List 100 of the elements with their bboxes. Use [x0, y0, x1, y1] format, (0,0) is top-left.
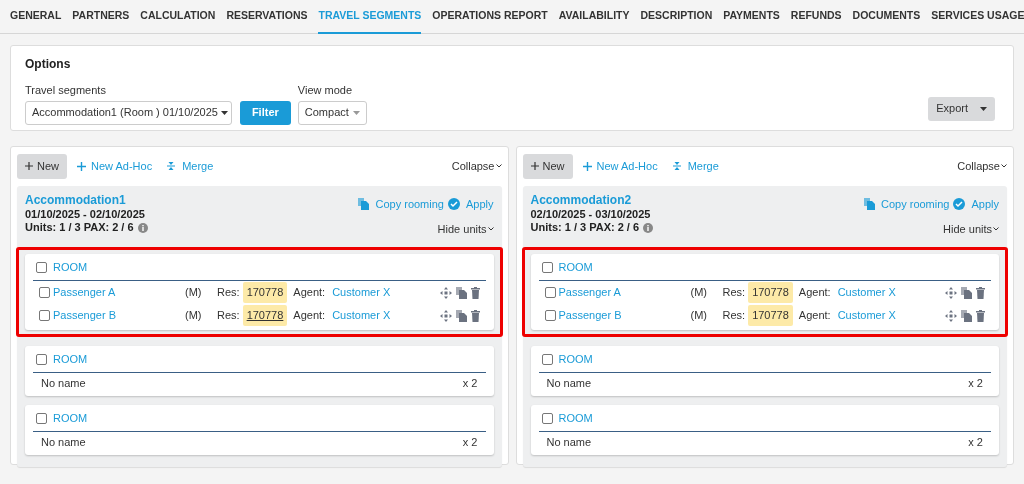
new-ad-hoc-button[interactable]: New Ad-Hoc [77, 157, 153, 175]
collapse-button[interactable]: Collapse [451, 157, 502, 175]
info-icon [643, 222, 654, 233]
gender-text: (M) [690, 285, 708, 301]
passenger-link[interactable]: Passenger A [53, 284, 185, 301]
hide-units-button[interactable]: Hide units [437, 220, 494, 237]
copy-icon[interactable] [455, 309, 467, 322]
tab[interactable]: GENERAL [10, 0, 62, 34]
checkbox[interactable] [36, 412, 47, 424]
apply-button[interactable]: Apply [447, 196, 494, 213]
move-icon[interactable] [945, 286, 957, 299]
tab[interactable]: REFUNDS [790, 0, 842, 34]
checkbox[interactable] [541, 261, 553, 273]
gender-text: (M) [185, 285, 203, 301]
move-icon[interactable] [439, 309, 452, 322]
unit-name: No name [41, 375, 86, 391]
reservation-link[interactable]: 170778 [748, 305, 793, 326]
trash-icon[interactable] [976, 286, 985, 299]
copy-icon[interactable] [961, 286, 972, 299]
new-ad-hoc-button[interactable]: New Ad-Hoc [582, 157, 658, 175]
copy-rooming-button[interactable]: Copy rooming [358, 196, 444, 213]
agent-label: Agent: [293, 285, 326, 301]
units-summary: Units: 1 / 3 PAX: 2 / 6 [25, 221, 134, 234]
segment-dates: 02/10/2025 - 03/10/2025 [530, 208, 652, 221]
checkbox[interactable] [541, 353, 553, 365]
passenger-link[interactable]: Passenger A [558, 284, 691, 301]
res-label: Res: [722, 285, 746, 301]
room-link[interactable]: ROOM [558, 350, 593, 368]
move-icon[interactable] [945, 309, 957, 322]
tab[interactable]: OPERATIONS REPORT [432, 0, 548, 34]
room-link[interactable]: ROOM [53, 350, 88, 368]
tab[interactable]: SERVICES USAGE [931, 0, 1024, 34]
room-link[interactable]: ROOM [558, 258, 593, 276]
segment-title[interactable]: Accommodation2 [530, 193, 654, 208]
unit-name: No name [546, 375, 592, 391]
checkbox[interactable] [39, 287, 50, 298]
new-button[interactable]: New [522, 153, 573, 179]
trash-icon[interactable] [470, 286, 480, 299]
merge-icon [167, 161, 176, 171]
tab[interactable]: AVAILABILITY [558, 0, 630, 34]
view-mode-select[interactable]: Compact [297, 100, 367, 125]
merge-button[interactable]: Merge [672, 157, 719, 175]
reservation-link[interactable]: 170778 [242, 282, 288, 303]
filter-button[interactable]: Filter [239, 100, 291, 125]
units-summary: Units: 1 / 3 PAX: 2 / 6 [530, 221, 640, 234]
tab[interactable]: CALCULATION [140, 0, 216, 34]
agent-link[interactable]: Customer X [837, 307, 896, 324]
res-label: Res: [217, 308, 240, 324]
check-circle-icon [447, 198, 460, 211]
reservation-link[interactable]: 170778 [242, 305, 288, 326]
checkbox[interactable] [39, 310, 50, 321]
agent-label: Agent: [798, 285, 831, 301]
copy-rooming-button[interactable]: Copy rooming [864, 196, 950, 213]
chevron-icon [993, 226, 999, 231]
room-link[interactable]: ROOM [53, 409, 88, 427]
merge-button[interactable]: Merge [167, 157, 214, 175]
caret-icon [352, 110, 360, 115]
apply-button[interactable]: Apply [953, 196, 999, 213]
unit-count: x 2 [462, 434, 478, 450]
tab[interactable]: DOCUMENTS [852, 0, 921, 34]
copy-icon[interactable] [455, 286, 467, 299]
move-icon[interactable] [439, 286, 452, 299]
gender-text: (M) [185, 308, 203, 324]
passenger-link[interactable]: Passenger B [53, 307, 185, 324]
res-label: Res: [217, 285, 240, 301]
chevron-icon [495, 164, 502, 168]
chevron-icon [1001, 164, 1007, 168]
collapse-button[interactable]: Collapse [957, 157, 1007, 175]
checkbox[interactable] [544, 310, 556, 321]
copy-icon[interactable] [961, 309, 972, 322]
tab[interactable]: PAYMENTS [723, 0, 780, 34]
room-link[interactable]: ROOM [558, 409, 593, 427]
caret-icon [980, 106, 987, 111]
checkbox[interactable] [36, 261, 47, 273]
trash-icon[interactable] [976, 309, 985, 322]
reservation-link[interactable]: 170778 [748, 282, 793, 303]
segment-title[interactable]: Accommodation1 [25, 193, 148, 208]
agent-link[interactable]: Customer X [332, 307, 391, 324]
chevron-icon [487, 226, 494, 231]
check-circle-icon [953, 198, 966, 211]
copy-icon [864, 198, 875, 211]
tab[interactable]: TRAVEL SEGMENTS [318, 0, 422, 34]
checkbox[interactable] [544, 287, 556, 298]
unit-count: x 2 [968, 375, 983, 391]
tab[interactable]: RESERVATIONS [226, 0, 308, 34]
passenger-link[interactable]: Passenger B [558, 307, 691, 324]
checkbox[interactable] [541, 412, 553, 424]
trash-icon[interactable] [470, 309, 480, 322]
tab[interactable]: DESCRIPTION [640, 0, 713, 34]
export-button[interactable]: Export [928, 96, 995, 121]
options-title: Options [25, 56, 72, 73]
new-button[interactable]: New [17, 153, 67, 179]
checkbox[interactable] [36, 353, 47, 365]
travel-segments-select[interactable]: Accommodation1 (Room ) 01/10/2025 [25, 100, 232, 125]
room-link[interactable]: ROOM [53, 258, 88, 276]
hide-units-button[interactable]: Hide units [943, 220, 999, 237]
agent-link[interactable]: Customer X [837, 284, 896, 301]
agent-link[interactable]: Customer X [332, 284, 391, 301]
unit-name: No name [41, 434, 86, 450]
tab[interactable]: PARTNERS [72, 0, 130, 34]
